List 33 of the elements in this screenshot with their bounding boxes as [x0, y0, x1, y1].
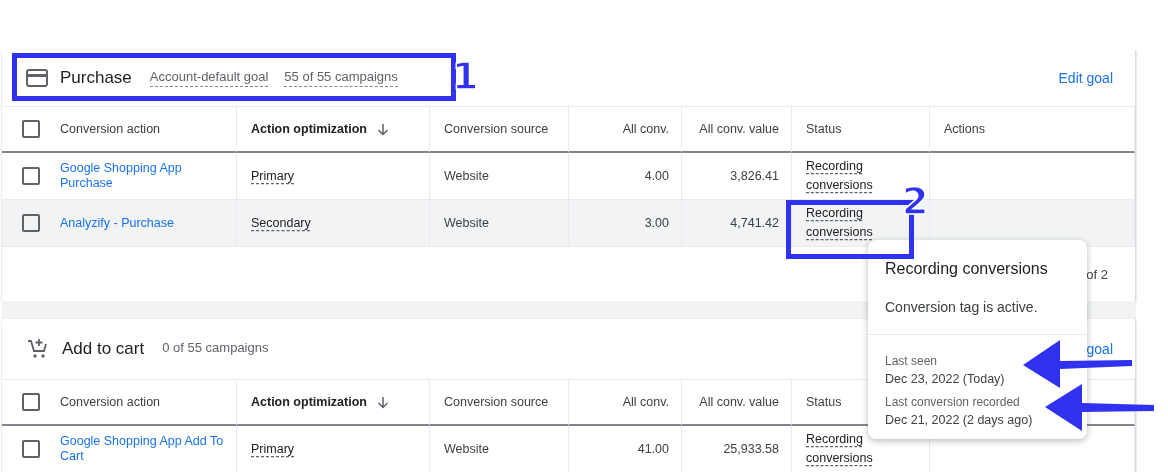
- table-cell: Website: [430, 153, 569, 200]
- detail-label: Last seen: [884, 353, 939, 368]
- edit-goal-link[interactable]: Edit goal: [1058, 70, 1113, 86]
- row-checkbox[interactable]: [22, 214, 40, 232]
- edit-goal-link[interactable]: goal: [1086, 341, 1113, 357]
- row-checkbox[interactable]: [22, 167, 40, 185]
- sort-down-icon[interactable]: [376, 122, 389, 136]
- conversion-action-link[interactable]: Analyzify - Purchase: [60, 215, 174, 231]
- goal-info: 55 of 55 campaigns: [284, 69, 398, 87]
- optimization-value[interactable]: Secondary: [251, 213, 311, 233]
- row-checkbox[interactable]: [22, 440, 40, 458]
- sort-down-icon[interactable]: [376, 395, 389, 409]
- select-all-checkbox[interactable]: [22, 120, 40, 138]
- goal-title: Purchase: [60, 68, 132, 88]
- pagination-text: of 2: [1086, 266, 1108, 282]
- add-to-cart-icon: [26, 337, 50, 361]
- select-all-checkbox[interactable]: [22, 393, 40, 411]
- optimization-value[interactable]: Primary: [251, 166, 295, 186]
- table-cell: 4.00: [569, 153, 682, 200]
- conversion-action-link[interactable]: Google Shopping App Purchase: [60, 161, 224, 191]
- conversion-action-link[interactable]: Google Shopping App Add To Cart: [60, 434, 224, 464]
- goal-info: 0 of 55 campaigns: [162, 340, 269, 357]
- table-cell: Website: [430, 200, 569, 247]
- tooltip-text: Conversion tag is active.: [868, 278, 1087, 335]
- credit-card-icon: [26, 69, 48, 87]
- tooltip-title: Recording conversions: [884, 260, 1049, 278]
- goal-title: Add to cart: [62, 339, 145, 359]
- optimization-value[interactable]: Primary: [251, 439, 295, 459]
- goal-info: Account-default goal: [149, 69, 269, 87]
- table-cell: 3.00: [569, 200, 682, 247]
- table-cell: 3,826.41: [682, 153, 792, 200]
- status-value[interactable]: Recording conversions: [806, 430, 917, 468]
- table-cell: 4,741.42: [682, 200, 792, 247]
